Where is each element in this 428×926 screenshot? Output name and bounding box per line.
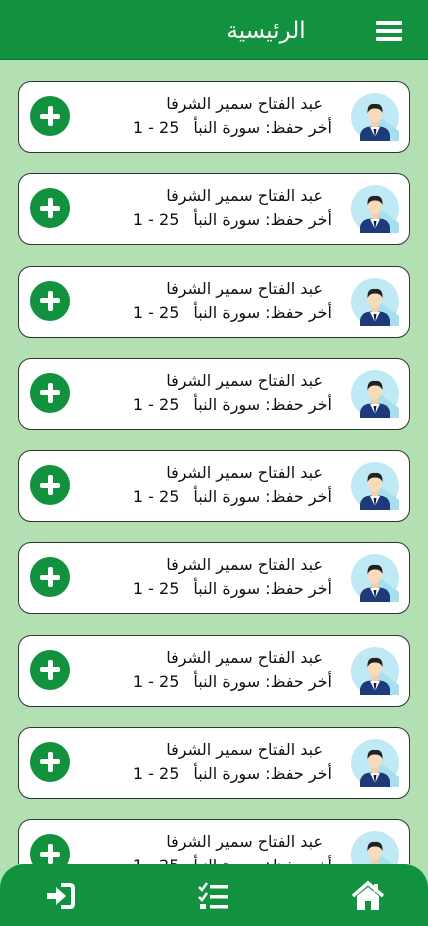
verse-range: 1 - 25 — [132, 671, 180, 691]
last-memorization: أخر حفظ: سورة النبأ 1 - 25 — [72, 118, 332, 137]
verse-range: 1 - 25 — [132, 579, 180, 599]
student-card[interactable]: عبد الفتاح سمير الشرفا أخر حفظ: سورة النب… — [18, 819, 410, 864]
student-avatar — [351, 93, 399, 141]
verse-range: 1 - 25 — [132, 394, 180, 414]
student-name: عبد الفتاح سمير الشرفا — [166, 647, 323, 667]
last-memorization-label: أخر حفظ: سورة النبأ — [193, 210, 332, 230]
add-button[interactable] — [30, 96, 70, 136]
add-button[interactable] — [30, 649, 70, 690]
menu-button[interactable] — [374, 18, 404, 44]
add-button[interactable] — [30, 465, 70, 505]
last-memorization: أخر حفظ: سورة النبأ 1 - 25 — [72, 487, 332, 506]
student-card[interactable]: عبد الفتاح سمير الشرفا أخر حفظ: سورة النب… — [18, 726, 410, 799]
student-card[interactable]: عبد الفتاح سمير الشرفا أخر حفظ: سورة النب… — [18, 265, 410, 338]
tasks-button[interactable] — [196, 878, 232, 914]
verse-range: 1 - 25 — [133, 856, 179, 864]
last-memorization: أخر حفظ: سورة النبأ 1 - 25 — [72, 395, 332, 414]
student-name: عبد الفتاح سمير الشرفا — [166, 370, 323, 390]
page-title: الرئيسية — [226, 18, 306, 44]
last-memorization-label: أخر حفظ: سورة النبأ — [193, 118, 332, 137]
student-card[interactable]: عبد الفتاح سمير الشرفا أخر حفظ: سورة النب… — [18, 450, 410, 522]
student-avatar — [351, 738, 399, 787]
last-memorization-label: أخر حفظ: سورة النبأ — [193, 487, 332, 506]
student-card[interactable]: عبد الفتاح سمير الشرفا أخر حفظ: سورة النب… — [18, 357, 410, 430]
last-memorization: أخر حفظ: سورة النبأ 1 - 25 — [72, 672, 332, 691]
add-button[interactable] — [30, 372, 70, 413]
last-memorization: أخر حفظ: سورة النبأ 1 - 25 — [72, 303, 332, 322]
add-button[interactable] — [30, 557, 70, 598]
last-memorization-label: أخر حفظ: سورة النبأ — [193, 579, 332, 599]
verse-range: 1 - 25 — [132, 118, 180, 137]
student-avatar — [351, 554, 399, 603]
student-avatar — [351, 462, 399, 510]
student-name: عبد الفتاح سمير الشرفا — [166, 832, 323, 851]
last-memorization-label: أخر حفظ: سورة النبأ — [193, 302, 332, 322]
last-memorization-label: أخر حفظ: سورة النبأ — [193, 763, 332, 783]
student-name: عبد الفتاح سمير الشرفا — [166, 555, 323, 575]
student-avatar — [351, 369, 399, 418]
verse-range: 1 - 25 — [132, 210, 180, 230]
bottom-navigation — [0, 864, 428, 926]
logout-button[interactable] — [42, 878, 78, 914]
add-button[interactable] — [30, 188, 70, 229]
logout-icon — [47, 883, 75, 909]
student-name: عبد الفتاح سمير الشرفا — [166, 739, 323, 759]
home-button[interactable] — [350, 878, 386, 914]
last-memorization: أخر حفظ: سورة النبأ 1 - 25 — [72, 579, 332, 598]
add-button[interactable] — [30, 280, 70, 321]
last-memorization: أخر حفظ: سورة النبأ 1 - 25 — [72, 764, 332, 783]
hamburger-menu-icon — [376, 21, 402, 41]
last-memorization: أخر حفظ: سورة النبأ 1 - 25 — [72, 856, 332, 864]
student-avatar — [351, 831, 399, 864]
home-icon — [351, 880, 385, 910]
verse-range: 1 - 25 — [132, 487, 180, 506]
checklist-icon — [198, 882, 228, 909]
student-name: عبد الفتاح سمير الشرفا — [166, 186, 323, 206]
last-memorization-label: أخر حفظ: سورة النبأ — [193, 394, 332, 414]
student-list[interactable]: عبد الفتاح سمير الشرفا أخر حفظ: سورة النب… — [0, 60, 428, 864]
student-name: عبد الفتاح سمير الشرفا — [166, 463, 323, 482]
student-name: عبد الفتاح سمير الشرفا — [166, 94, 323, 113]
student-avatar — [351, 646, 399, 695]
add-button[interactable] — [30, 834, 70, 864]
student-card[interactable]: عبد الفتاح سمير الشرفا أخر حفظ: سورة النب… — [18, 81, 410, 153]
last-memorization: أخر حفظ: سورة النبأ 1 - 25 — [72, 210, 332, 229]
app-header: الرئيسية — [0, 0, 428, 60]
verse-range: 1 - 25 — [132, 763, 180, 783]
student-card[interactable]: عبد الفتاح سمير الشرفا أخر حفظ: سورة النب… — [18, 542, 410, 615]
student-card[interactable]: عبد الفتاح سمير الشرفا أخر حفظ: سورة النب… — [18, 173, 410, 246]
student-name: عبد الفتاح سمير الشرفا — [166, 278, 323, 298]
last-memorization-label: أخر حفظ: سورة النبأ — [193, 856, 332, 864]
verse-range: 1 - 25 — [132, 302, 180, 322]
student-avatar — [351, 277, 399, 326]
student-avatar — [351, 185, 399, 234]
add-button[interactable] — [30, 741, 70, 782]
student-card[interactable]: عبد الفتاح سمير الشرفا أخر حفظ: سورة النب… — [18, 634, 410, 707]
last-memorization-label: أخر حفظ: سورة النبأ — [193, 671, 332, 691]
